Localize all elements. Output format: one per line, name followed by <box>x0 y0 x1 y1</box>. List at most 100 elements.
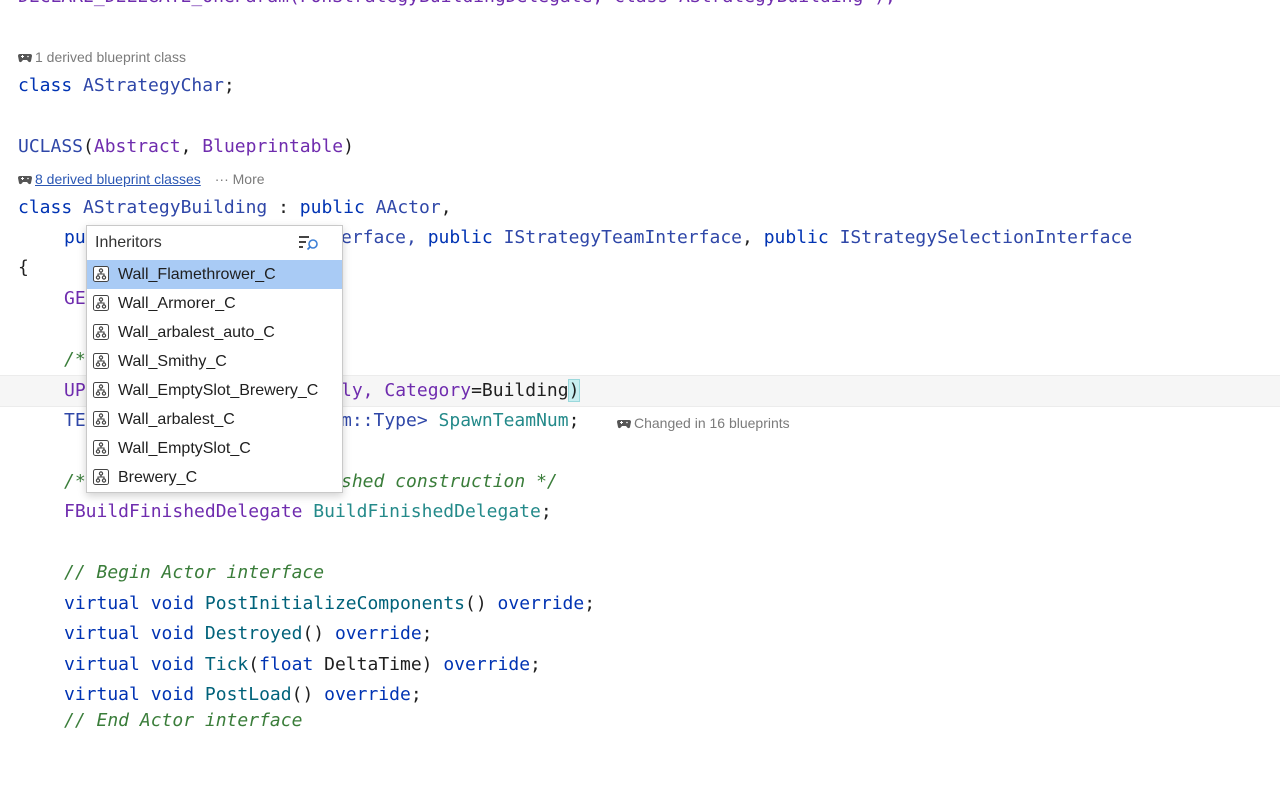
code-line: DECLARE_DELEGATE_OneParam(FOnStrategyBui… <box>0 0 1280 12</box>
function-name[interactable]: PostInitializeComponents <box>205 593 465 614</box>
punct: ; <box>540 501 552 522</box>
brace: { <box>18 257 29 278</box>
specifier-fragment: ly, <box>341 380 385 401</box>
keyword: virtual <box>64 654 140 675</box>
keyword: public <box>299 197 365 218</box>
keyword: public <box>427 227 493 248</box>
punct: ; <box>421 623 433 644</box>
inheritor-item[interactable]: Wall_EmptySlot_C <box>87 434 342 463</box>
macro-fragment: UP <box>64 380 86 401</box>
code-line: virtual void PostInitializeComponents() … <box>0 589 1280 619</box>
punct: ( <box>83 136 94 157</box>
code-text: DECLARE_DELEGATE_OneParam(FOnStrategyBui… <box>18 0 896 12</box>
specifier: Blueprintable <box>202 136 344 157</box>
blueprint-class-icon <box>93 382 109 398</box>
filter-search-icon[interactable] <box>298 234 320 252</box>
punct: ; <box>584 593 596 614</box>
keyword: void <box>150 654 195 675</box>
code-line: class AStrategyChar; <box>0 71 1280 101</box>
inheritor-label: Wall_Smithy_C <box>118 353 227 370</box>
keyword: virtual <box>64 593 140 614</box>
inheritor-label: Brewery_C <box>118 469 198 486</box>
derived-classes-link[interactable]: 8 derived blueprint classes <box>35 171 201 187</box>
keyword: override <box>497 593 585 614</box>
inheritor-label: Wall_EmptySlot_C <box>118 440 251 457</box>
comment-fragment: /* <box>64 471 86 492</box>
popup-title: Inheritors <box>95 234 162 251</box>
type-fragment: TE <box>64 410 86 431</box>
comment-fragment: shed construction */ <box>341 471 558 492</box>
punct: ; <box>223 75 235 96</box>
code-line: class AStrategyBuilding : public AActor, <box>0 193 1280 223</box>
keyword: void <box>150 623 195 644</box>
gamepad-icon <box>617 420 631 429</box>
keyword: override <box>324 684 411 705</box>
more-link[interactable]: ··· More <box>215 171 265 187</box>
macro: UCLASS <box>18 136 84 157</box>
class-name: AActor <box>375 197 441 218</box>
matched-bracket: ) <box>567 379 581 402</box>
type-fragment: m::Type> <box>341 410 439 431</box>
code-line: // End Actor interface <box>0 706 1280 736</box>
code-editor[interactable]: DECLARE_DELEGATE_OneParam(FOnStrategyBui… <box>0 0 1280 731</box>
blueprint-class-icon <box>93 295 109 311</box>
class-name[interactable]: AStrategyBuilding <box>83 197 267 218</box>
code-line: UCLASS(Abstract, Blueprintable) <box>0 132 1280 162</box>
code-line: FBuildFinishedDelegate BuildFinishedDele… <box>0 497 1280 527</box>
blueprint-hint[interactable]: Changed in 16 blueprints <box>617 413 790 433</box>
punct: , <box>180 136 203 157</box>
comment-fragment: /* <box>64 349 86 370</box>
inheritor-item[interactable]: Brewery_C <box>87 463 342 492</box>
code-line: virtual void Tick(float DeltaTime) overr… <box>0 650 1280 680</box>
keyword: class <box>18 75 73 96</box>
macro-fragment: GE <box>64 288 86 309</box>
inheritor-item[interactable]: Wall_arbalest_auto_C <box>87 318 342 347</box>
punct: () <box>465 593 498 614</box>
inheritor-item[interactable]: Wall_Smithy_C <box>87 347 342 376</box>
keyword: override <box>334 623 422 644</box>
gamepad-icon <box>18 54 32 63</box>
popup-header: Inheritors <box>87 226 342 260</box>
class-name: IStrategySelectionInterface <box>839 227 1133 248</box>
specifier: Category <box>384 380 472 401</box>
function-name[interactable]: PostLoad <box>205 684 292 705</box>
punct: : <box>267 197 300 218</box>
inheritor-item[interactable]: Wall_Armorer_C <box>87 289 342 318</box>
inheritors-popup[interactable]: Inheritors Wall_Flamethrower_C Wall_Armor… <box>86 225 343 493</box>
punct: ; <box>530 654 541 675</box>
inheritor-item[interactable]: Wall_arbalest_C <box>87 405 342 434</box>
type-name: FBuildFinishedDelegate <box>64 501 303 522</box>
keyword-fragment: pu <box>64 227 86 248</box>
blueprint-class-icon <box>93 266 109 282</box>
blueprint-hint[interactable]: 1 derived blueprint class <box>18 47 186 67</box>
function-name[interactable]: Tick <box>205 654 248 675</box>
class-name: AStrategyChar <box>83 75 224 96</box>
class-fragment: erface, <box>341 227 428 248</box>
blueprint-class-icon <box>93 324 109 340</box>
inheritor-item[interactable]: Wall_Flamethrower_C <box>87 260 342 289</box>
blueprint-hint: 8 derived blueprint classes ··· More <box>18 169 265 189</box>
field-name: SpawnTeamNum <box>438 410 569 431</box>
keyword: virtual <box>64 623 140 644</box>
punct: ( <box>248 654 260 675</box>
code-line: virtual void Destroyed() override; <box>0 619 1280 649</box>
punct: , <box>440 197 452 218</box>
value: =Building <box>471 380 569 401</box>
inheritor-label: Wall_arbalest_auto_C <box>118 324 275 341</box>
punct: ) <box>343 136 354 157</box>
inheritor-label: Wall_EmptySlot_Brewery_C <box>118 382 319 399</box>
blueprint-class-icon <box>93 469 109 485</box>
blueprint-class-icon <box>93 353 109 369</box>
gamepad-icon <box>18 176 32 185</box>
field-name: BuildFinishedDelegate <box>313 501 541 522</box>
function-name[interactable]: Destroyed <box>205 623 303 644</box>
punct: ; <box>568 410 580 431</box>
punct: () <box>291 684 325 705</box>
code-line: // Begin Actor interface <box>0 558 1280 588</box>
inheritor-item[interactable]: Wall_EmptySlot_Brewery_C <box>87 376 342 405</box>
keyword: void <box>150 593 195 614</box>
hint-text: Changed in 16 blueprints <box>634 415 790 431</box>
keyword: public <box>763 227 829 248</box>
keyword: float <box>259 654 314 675</box>
inheritor-label: Wall_arbalest_C <box>118 411 235 428</box>
